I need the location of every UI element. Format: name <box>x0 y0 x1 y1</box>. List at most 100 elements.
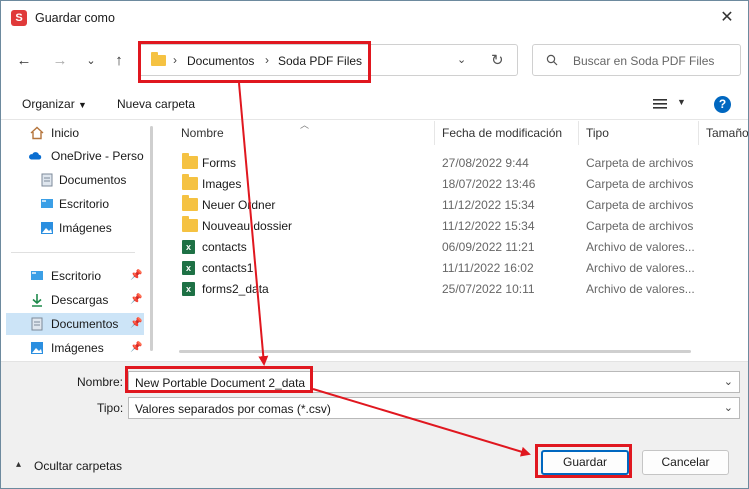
sidebar-item-inicio[interactable]: Inicio <box>6 122 144 144</box>
chevron-down-icon[interactable]: ⌄ <box>724 375 733 388</box>
file-type: Archivo de valores... <box>586 282 695 296</box>
file-row[interactable]: x forms2_data 25/07/2022 10:11 Archivo d… <box>164 278 748 299</box>
annotation-box-save <box>535 444 632 478</box>
forward-arrow-icon[interactable]: → <box>49 50 71 72</box>
view-options-icon[interactable] <box>653 98 667 110</box>
file-date: 25/07/2022 10:11 <box>442 282 535 296</box>
file-name-label: Nombre: <box>77 375 124 389</box>
file-name: forms2_data <box>202 282 269 296</box>
sidebar-item-label: Escritorio <box>51 269 102 283</box>
file-row[interactable]: Forms 27/08/2022 9:44 Carpeta de archivo… <box>164 152 748 173</box>
file-date: 11/11/2022 16:02 <box>442 261 534 275</box>
hide-folders-toggle[interactable]: Ocultar carpetas <box>34 459 122 473</box>
annotation-box-address <box>138 41 371 83</box>
column-divider[interactable] <box>578 121 579 145</box>
file-type-value: Valores separados por comas (*.csv) <box>135 402 331 416</box>
column-header-type[interactable]: Tipo <box>586 126 609 140</box>
save-form: Nombre: New Portable Document 2_data ⌄ T… <box>1 361 748 488</box>
file-row[interactable]: x contacts1 11/11/2022 16:02 Archivo de … <box>164 257 748 278</box>
sort-ascending-icon: ︿ <box>300 120 310 130</box>
command-toolbar: Organizar ▼ Nueva carpeta ▼ ? <box>1 88 748 120</box>
sidebar-item-descargas-pinned[interactable]: Descargas 📌 <box>6 289 144 311</box>
file-type: Carpeta de archivos <box>586 156 694 170</box>
file-name: Forms <box>202 156 236 170</box>
chevron-down-icon[interactable]: ⌄ <box>457 53 466 66</box>
sidebar-item-label: Documentos <box>51 317 119 331</box>
sidebar-item-imagenes-pinned[interactable]: Imágenes 📌 <box>6 337 144 359</box>
sidebar-item-onedrive[interactable]: OneDrive - Perso <box>6 145 144 167</box>
chevron-up-icon[interactable]: ▴ <box>16 459 21 470</box>
column-header-date[interactable]: Fecha de modificación <box>442 126 562 140</box>
pin-icon[interactable]: 📌 <box>130 342 142 353</box>
document-icon <box>41 173 53 187</box>
file-type: Carpeta de archivos <box>586 198 694 212</box>
search-input[interactable]: Buscar en Soda PDF Files <box>532 44 741 76</box>
sidebar-item-escritorio[interactable]: Escritorio <box>6 193 144 215</box>
navigation-pane: Inicio OneDrive - Perso Documentos Escri… <box>1 121 161 361</box>
column-divider[interactable] <box>698 121 699 145</box>
pin-icon[interactable]: 📌 <box>130 318 142 329</box>
save-as-dialog: S Guardar como ✕ ← → ⌄ ↑ › Documentos › … <box>0 0 749 489</box>
chevron-down-icon: ▼ <box>78 100 87 110</box>
close-icon[interactable]: ✕ <box>716 7 738 29</box>
file-type: Carpeta de archivos <box>586 177 694 191</box>
sidebar-item-label: Imágenes <box>51 341 104 355</box>
cancel-button[interactable]: Cancelar <box>642 450 729 475</box>
search-placeholder: Buscar en Soda PDF Files <box>573 54 715 68</box>
soda-pdf-app-icon: S <box>11 10 27 26</box>
file-name: Neuer Ordner <box>202 198 276 212</box>
column-divider[interactable] <box>434 121 435 145</box>
chevron-down-icon[interactable]: ▼ <box>677 97 686 107</box>
organize-button[interactable]: Organizar ▼ <box>22 97 87 111</box>
sidebar-item-escritorio-pinned[interactable]: Escritorio 📌 <box>6 265 144 287</box>
up-arrow-icon[interactable]: ↑ <box>108 50 130 72</box>
file-row[interactable]: Nouveau dossier 11/12/2022 15:34 Carpeta… <box>164 215 748 236</box>
pin-icon[interactable]: 📌 <box>130 294 142 305</box>
file-date: 06/09/2022 11:21 <box>442 240 535 254</box>
file-date: 27/08/2022 9:44 <box>442 156 529 170</box>
file-row[interactable]: Images 18/07/2022 13:46 Carpeta de archi… <box>164 173 748 194</box>
search-icon <box>546 54 558 66</box>
back-arrow-icon[interactable]: ← <box>13 50 35 72</box>
window-title: Guardar como <box>35 11 115 25</box>
sidebar-item-label: Escritorio <box>59 197 110 211</box>
file-type-label: Tipo: <box>97 401 124 415</box>
image-icon <box>31 342 43 354</box>
file-row[interactable]: x contacts 06/09/2022 11:21 Archivo de v… <box>164 236 748 257</box>
file-date: 11/12/2022 15:34 <box>442 219 535 233</box>
document-icon <box>31 317 43 331</box>
sidebar-item-imagenes[interactable]: Imágenes <box>6 217 144 239</box>
refresh-icon[interactable]: ↻ <box>491 51 504 69</box>
sidebar-scrollbar[interactable] <box>150 126 153 351</box>
home-icon <box>30 126 44 140</box>
file-name: contacts1 <box>202 261 254 275</box>
cloud-icon <box>29 152 42 160</box>
sidebar-item-documentos-pinned[interactable]: Documentos 📌 <box>6 313 144 335</box>
folder-icon <box>182 216 198 232</box>
download-icon <box>32 294 42 307</box>
title-bar: S Guardar como ✕ <box>1 1 748 36</box>
navigation-bar: ← → ⌄ ↑ › Documentos › Soda PDF Files ⌄ … <box>1 36 748 88</box>
file-date: 11/12/2022 15:34 <box>442 198 535 212</box>
sidebar-divider <box>11 252 135 253</box>
chevron-down-icon[interactable]: ⌄ <box>724 401 733 414</box>
horizontal-scrollbar[interactable] <box>179 350 691 353</box>
file-type: Carpeta de archivos <box>586 219 694 233</box>
help-icon[interactable]: ? <box>714 96 731 113</box>
excel-icon: x <box>182 261 195 275</box>
sidebar-item-label: Imágenes <box>59 221 112 235</box>
file-type-select[interactable]: Valores separados por comas (*.csv) ⌄ <box>128 397 740 419</box>
sidebar-item-label: Inicio <box>51 126 80 140</box>
recent-locations-chevron-icon[interactable]: ⌄ <box>80 50 102 72</box>
desktop-icon <box>41 199 53 208</box>
column-header-size[interactable]: Tamaño <box>706 126 748 140</box>
file-row[interactable]: Neuer Ordner 11/12/2022 15:34 Carpeta de… <box>164 194 748 215</box>
excel-icon: x <box>182 282 195 296</box>
sidebar-item-label: Documentos <box>59 173 127 187</box>
file-date: 18/07/2022 13:46 <box>442 177 536 191</box>
folder-icon <box>182 195 198 211</box>
column-header-name[interactable]: Nombre <box>181 126 224 140</box>
new-folder-button[interactable]: Nueva carpeta <box>117 97 195 111</box>
pin-icon[interactable]: 📌 <box>130 270 142 281</box>
sidebar-item-documentos[interactable]: Documentos <box>6 169 144 191</box>
